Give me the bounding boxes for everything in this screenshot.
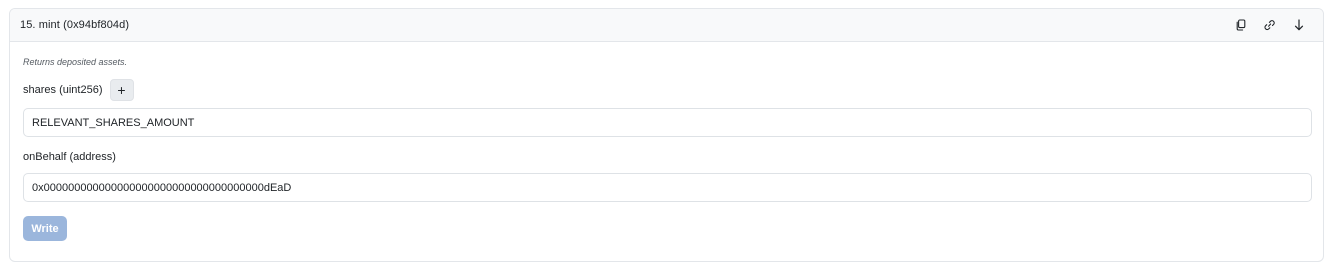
arrow-down-icon: [1294, 19, 1303, 31]
write-button[interactable]: Write: [23, 216, 67, 241]
onbehalf-input[interactable]: [23, 173, 1312, 202]
function-card: 15. mint (0x94bf804d) Returns deposited …: [9, 8, 1324, 262]
link-icon: [1264, 20, 1275, 31]
function-title: 15. mint (0x94bf804d): [20, 19, 130, 31]
shares-input[interactable]: [23, 108, 1312, 137]
copy-button[interactable]: [1226, 13, 1255, 37]
function-header: 15. mint (0x94bf804d): [10, 9, 1323, 42]
function-description: Returns deposited assets.: [23, 57, 128, 67]
onbehalf-label: onBehalf (address): [23, 151, 116, 163]
shares-label: shares (uint256): [23, 84, 103, 96]
scroll-down-button[interactable]: [1284, 13, 1313, 37]
header-actions: [1226, 9, 1313, 41]
copy-icon: [1236, 19, 1245, 31]
add-shares-button[interactable]: +: [109, 79, 134, 101]
link-button[interactable]: [1255, 13, 1284, 37]
shares-label-row: shares (uint256) +: [23, 79, 1310, 101]
function-body: Returns deposited assets. shares (uint25…: [10, 42, 1323, 241]
